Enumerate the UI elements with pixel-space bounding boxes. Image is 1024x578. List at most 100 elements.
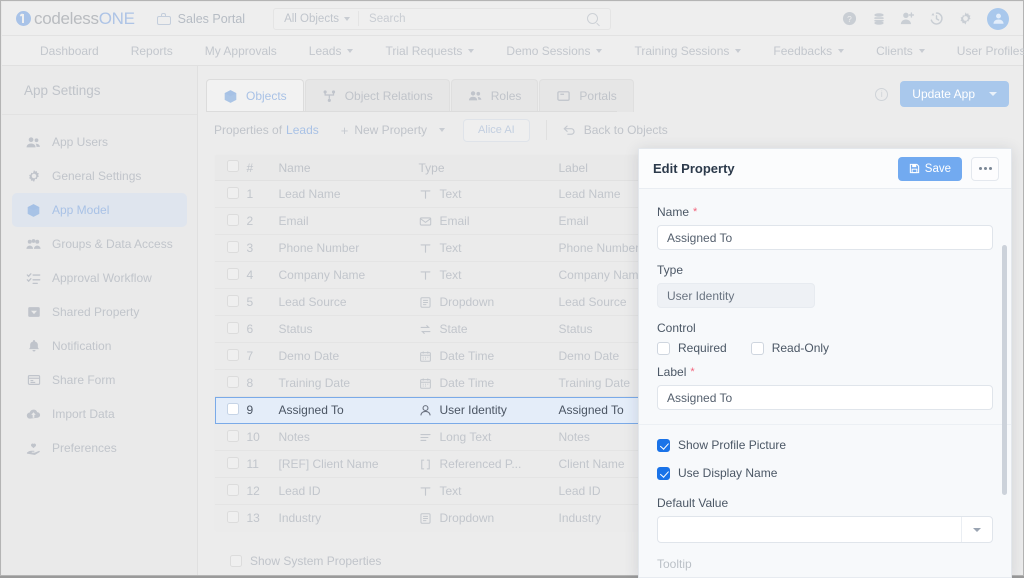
required-checkbox[interactable] xyxy=(657,341,670,355)
sidebar-item-import-data[interactable]: Import Data xyxy=(12,397,187,431)
sidebar-item-label: Shared Property xyxy=(52,305,140,319)
row-checkbox[interactable] xyxy=(227,429,239,442)
gear-icon[interactable] xyxy=(958,11,973,26)
row-property-type: Text xyxy=(418,261,559,289)
new-property-button[interactable]: + New Property xyxy=(341,123,446,138)
save-button[interactable]: Save xyxy=(897,156,962,181)
column-header-name[interactable]: Name xyxy=(278,155,419,181)
row-checkbox[interactable] xyxy=(227,294,239,307)
column-header-num[interactable]: # xyxy=(246,155,279,181)
row-property-type: User Identity xyxy=(419,397,559,424)
object-scope-dropdown[interactable]: All Objects xyxy=(274,13,358,25)
row-property-name: Phone Number xyxy=(278,234,419,262)
show-system-properties-row[interactable]: Show System Properties xyxy=(230,554,381,568)
row-property-type: Dropdown xyxy=(419,505,559,532)
sidebar-item-shared-property[interactable]: Shared Property xyxy=(12,295,187,329)
sidebar-item-share-form[interactable]: Share Form xyxy=(12,363,187,397)
search-icon[interactable] xyxy=(587,13,599,24)
row-checkbox[interactable] xyxy=(227,267,239,280)
sidebar-item-preferences[interactable]: Preferences xyxy=(12,431,187,465)
roles-icon xyxy=(468,89,483,104)
svg-text:?: ? xyxy=(847,14,852,24)
sidebar-item-approval-workflow[interactable]: Approval Workflow xyxy=(12,261,187,295)
row-property-label: Phone Number xyxy=(558,241,640,255)
row-property-name: Demo Date xyxy=(278,342,419,370)
edit-property-panel: Edit Property Save Name * Assigned To Ty… xyxy=(638,148,1012,578)
row-property-type: Date Time xyxy=(418,342,559,370)
readonly-checkbox[interactable] xyxy=(750,341,764,355)
nav-item-dashboard[interactable]: Dashboard xyxy=(24,44,115,58)
tab-label: Object Relations xyxy=(344,89,433,103)
row-checkbox[interactable] xyxy=(227,321,239,334)
avatar[interactable] xyxy=(987,7,1009,30)
tab-portals[interactable]: Portals xyxy=(539,79,634,112)
chevron-down-icon[interactable] xyxy=(962,527,992,532)
calendar-icon xyxy=(419,377,432,390)
row-checkbox[interactable] xyxy=(227,186,239,199)
show-system-properties-checkbox[interactable] xyxy=(230,555,242,567)
sidebar-item-groups-data-access[interactable]: Groups & Data Access xyxy=(12,227,187,261)
show-profile-picture-row[interactable]: Show Profile Picture xyxy=(657,438,993,452)
app-logo[interactable]: codelessONE xyxy=(16,9,135,29)
nav-item-label: Clients xyxy=(876,43,913,58)
nav-item-trial-requests[interactable]: Trial Requests xyxy=(369,44,490,58)
update-app-label: Update App xyxy=(912,87,975,101)
tab-object-relations[interactable]: Object Relations xyxy=(304,79,450,112)
use-display-name-checkbox[interactable] xyxy=(657,466,670,480)
tab-objects[interactable]: Objects xyxy=(206,79,304,112)
label-input[interactable]: Assigned To xyxy=(657,385,993,410)
nav-item-reports[interactable]: Reports xyxy=(115,44,189,58)
tab-label: Portals xyxy=(579,89,617,103)
row-property-label: Lead Source xyxy=(558,295,627,309)
nav-item-feedbacks[interactable]: Feedbacks xyxy=(757,44,860,58)
search-input[interactable] xyxy=(359,12,588,25)
update-app-button[interactable]: Update App xyxy=(900,81,1009,107)
alice-ai-button[interactable]: Alice AI xyxy=(463,118,530,142)
show-profile-picture-checkbox[interactable] xyxy=(657,438,670,452)
sidebar-item-general-settings[interactable]: General Settings xyxy=(12,159,187,193)
nav-item-training-sessions[interactable]: Training Sessions xyxy=(618,44,757,58)
portal-switcher[interactable]: Sales Portal xyxy=(156,12,245,26)
row-checkbox[interactable] xyxy=(227,348,239,361)
tab-roles[interactable]: Roles xyxy=(450,79,539,112)
panel-scrollbar[interactable] xyxy=(1002,245,1007,495)
nav-item-leads[interactable]: Leads xyxy=(293,44,370,58)
more-options-button[interactable] xyxy=(971,156,999,181)
use-display-name-row[interactable]: Use Display Name xyxy=(657,466,993,480)
back-to-objects-button[interactable]: Back to Objects xyxy=(563,123,668,137)
info-icon[interactable]: i xyxy=(875,87,889,101)
nav-item-demo-sessions[interactable]: Demo Sessions xyxy=(490,44,618,58)
required-checkbox-row[interactable]: Required xyxy=(657,341,727,355)
row-checkbox[interactable] xyxy=(227,240,239,253)
sidebar-item-app-model[interactable]: App Model xyxy=(12,193,187,227)
row-checkbox[interactable] xyxy=(227,375,239,388)
database-icon[interactable] xyxy=(871,11,886,26)
sidebar-item-label: General Settings xyxy=(52,169,142,183)
add-user-icon[interactable] xyxy=(900,11,915,26)
sidebar-item-notification[interactable]: Notification xyxy=(12,329,187,363)
sidebar-item-app-users[interactable]: App Users xyxy=(12,125,187,159)
state-icon xyxy=(419,323,432,336)
row-checkbox[interactable] xyxy=(227,456,239,469)
name-input[interactable]: Assigned To xyxy=(657,225,993,250)
sidebar-title: App Settings xyxy=(24,82,101,98)
breadcrumb-object[interactable]: Leads xyxy=(286,123,319,137)
row-checkbox[interactable] xyxy=(227,213,239,226)
help-icon[interactable]: ? xyxy=(842,11,857,26)
row-number: 9 xyxy=(246,403,254,417)
row-type-label: Dropdown xyxy=(439,295,495,309)
select-all-checkbox[interactable] xyxy=(227,160,239,172)
nav-item-user-profiles[interactable]: User Profiles xyxy=(941,44,1024,58)
history-icon[interactable] xyxy=(929,11,944,26)
panel-header: Edit Property Save xyxy=(639,149,1011,189)
row-checkbox[interactable] xyxy=(227,402,239,415)
readonly-checkbox-row[interactable]: Read-Only xyxy=(750,341,829,355)
row-checkbox[interactable] xyxy=(227,483,239,496)
control-label-text: Control xyxy=(657,321,696,335)
nav-item-clients[interactable]: Clients xyxy=(860,44,941,58)
row-checkbox[interactable] xyxy=(227,510,239,523)
default-value-select[interactable] xyxy=(657,516,993,543)
nav-item-my-approvals[interactable]: My Approvals xyxy=(189,44,293,58)
row-property-label: Industry xyxy=(558,511,602,525)
column-header-type[interactable]: Type xyxy=(418,155,559,181)
